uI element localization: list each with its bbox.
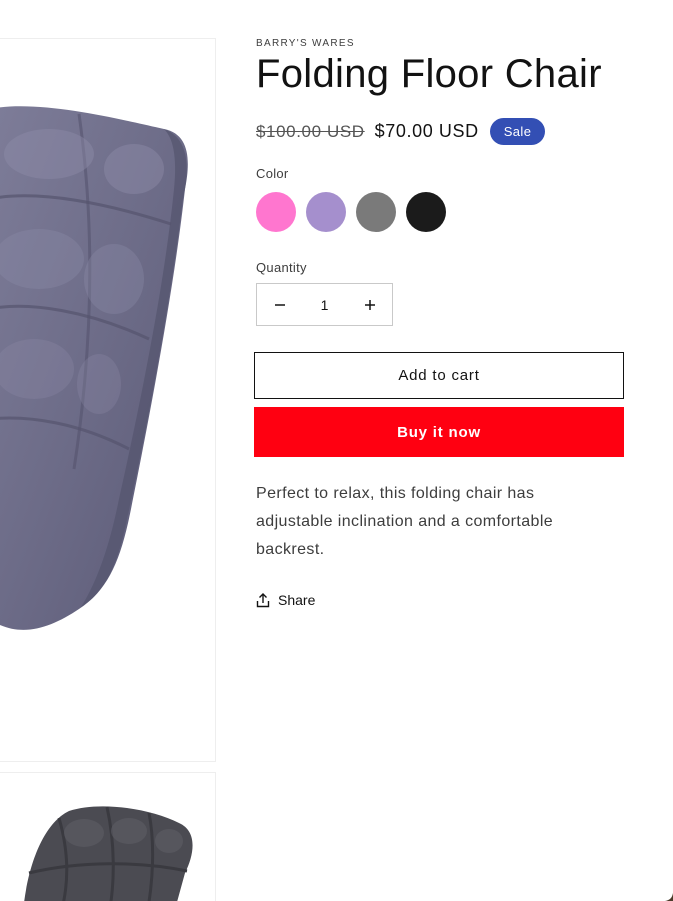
swatch-gray[interactable] [356,192,396,232]
minus-icon [274,303,285,306]
product-title: Folding Floor Chair [256,52,602,96]
add-to-cart-button[interactable]: Add to cart [254,352,624,399]
product-description: Perfect to relax, this folding chair has… [256,485,554,558]
floor-chair-image [0,106,188,630]
share-icon [256,592,270,607]
floor-chair-thumbnail [24,806,193,901]
quantity-label: Quantity [256,260,307,275]
vendor-name: BARRY'S WARES [256,38,355,49]
increase-quantity-button[interactable] [347,284,392,325]
quantity-input[interactable] [302,295,347,314]
thumbnail-image[interactable] [0,772,216,901]
share-label: Share [278,592,316,608]
regular-price: $100.00 USD [256,121,365,141]
swatch-lavender[interactable] [306,192,346,232]
buy-now-button[interactable]: Buy it now [254,407,624,457]
sale-badge: Sale [489,118,546,145]
product-page: BARRY'S WARES Folding Floor Chair $100.0… [0,0,673,901]
corner-decoration [665,893,673,901]
color-label: Color [256,166,289,181]
plus-icon [364,299,375,310]
sale-price: $70.00 USD [374,121,479,141]
decrease-quantity-button[interactable] [257,284,302,325]
color-swatches [256,192,446,232]
quantity-stepper [256,283,393,326]
swatch-pink[interactable] [256,192,296,232]
main-product-image[interactable] [0,38,216,762]
share-button[interactable]: Share [256,592,315,608]
swatch-black[interactable] [406,192,446,232]
price-row: $100.00 USD $70.00 USD Sale [256,118,546,145]
